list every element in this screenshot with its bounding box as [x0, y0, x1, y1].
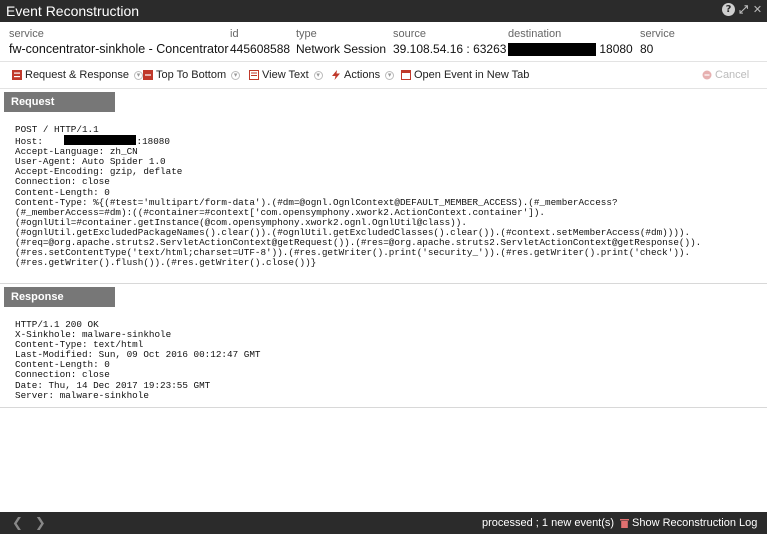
window-footer: ❮❯ processed ; 1 new event(s) Show Recon… [0, 512, 767, 534]
section-divider [0, 283, 767, 284]
meta-destination-label: destination [508, 28, 562, 40]
meta-type-label: type [296, 28, 317, 40]
meta-service-port: service 80 [640, 28, 675, 56]
text-view-icon [249, 70, 259, 80]
actions-label: Actions [344, 69, 381, 81]
expand-icon[interactable]: ⤢ [738, 3, 749, 16]
response-section-header: Response [4, 287, 115, 307]
cancel-button[interactable]: Cancel [702, 69, 749, 81]
window-titlebar: Event Reconstruction ? ⤢ ✕ [0, 0, 767, 22]
event-meta-bar: service fw-concentrator-sinkhole - Conce… [0, 22, 767, 62]
request-headers: Accept-Language: zh_CN User-Agent: Auto … [15, 146, 702, 269]
open-event-label: Open Event in New Tab [414, 69, 530, 81]
meta-source: source 39.108.54.16 : 63263 [393, 28, 506, 56]
chevron-down-icon: ▾ [313, 70, 323, 80]
cancel-label: Cancel [715, 69, 750, 81]
top-to-bottom-dropdown[interactable]: Top To Bottom ▾ [143, 69, 241, 81]
request-response-dropdown[interactable]: Request & Response ▾ [12, 69, 143, 81]
meta-destination: destination 18080 [508, 28, 633, 57]
redacted-destination-ip [508, 43, 596, 57]
window-controls: ? ⤢ ✕ [722, 3, 763, 16]
meta-id: id 445608588 [230, 28, 290, 56]
meta-type-value: Network Session [296, 42, 387, 56]
status-text: processed ; 1 new event(s) [482, 517, 615, 529]
list-icon [12, 70, 22, 80]
help-icon[interactable]: ? [722, 3, 735, 16]
top-to-bottom-label: Top To Bottom [156, 69, 227, 81]
previous-icon[interactable]: ❮ [12, 515, 35, 530]
chevron-down-icon: ▾ [385, 70, 395, 80]
meta-source-value: 39.108.54.16 : 63263 [393, 42, 507, 56]
open-event-new-tab-button[interactable]: Open Event in New Tab [401, 69, 529, 81]
meta-id-value: 445608588 [230, 42, 291, 56]
open-new-tab-icon [401, 70, 411, 80]
meta-destination-value-row: 18080 [508, 42, 633, 57]
chevron-down-icon: ▾ [231, 70, 241, 80]
meta-type: type Network Session [296, 28, 386, 56]
meta-service: service fw-concentrator-sinkhole - Conce… [9, 28, 229, 56]
request-content: POST / HTTP/1.1 Host: :18080 Accept-Lang… [15, 124, 702, 269]
layout-icon [143, 70, 153, 80]
cancel-icon [702, 70, 712, 80]
log-link-label: Show Reconstruction Log [632, 517, 758, 529]
chevron-down-icon: ▾ [133, 70, 143, 80]
meta-service-label: service [9, 28, 44, 40]
section-divider [0, 407, 767, 408]
redacted-host [64, 135, 137, 146]
meta-service-value: fw-concentrator-sinkhole - Concentrator [9, 42, 229, 56]
reconstruction-toolbar: Request & Response ▾ Top To Bottom ▾ Vie… [0, 63, 767, 89]
meta-id-label: id [230, 28, 239, 40]
meta-destination-port: 18080 [599, 42, 633, 56]
trash-icon [620, 519, 629, 528]
view-text-dropdown[interactable]: View Text ▾ [249, 69, 323, 81]
meta-service-port-value: 80 [640, 42, 654, 56]
event-nav: ❮❯ [12, 515, 58, 531]
close-icon[interactable]: ✕ [752, 3, 763, 16]
meta-source-label: source [393, 28, 427, 40]
request-section-header: Request [4, 92, 115, 112]
request-line: POST / HTTP/1.1 [15, 124, 99, 135]
request-response-label: Request & Response [25, 69, 129, 81]
actions-dropdown[interactable]: Actions ▾ [331, 69, 395, 81]
window-title: Event Reconstruction [6, 3, 140, 19]
lightning-icon [332, 70, 340, 80]
meta-service-port-label: service [640, 28, 675, 40]
request-host-port: :18080 [136, 136, 170, 148]
next-icon[interactable]: ❯ [35, 515, 58, 530]
response-content: HTTP/1.1 200 OK X-Sinkhole: malware-sink… [15, 319, 261, 401]
view-text-label: View Text [262, 69, 309, 81]
show-reconstruction-log-link[interactable]: Show Reconstruction Log [620, 517, 757, 529]
